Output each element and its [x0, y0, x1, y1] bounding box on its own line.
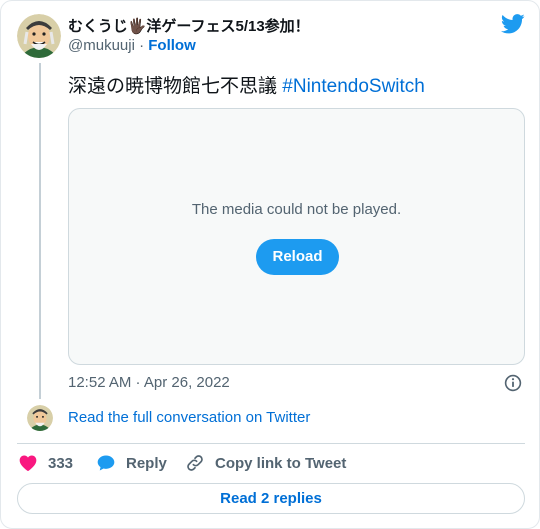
like-count: 333	[48, 454, 74, 472]
hashtag-link[interactable]: #NintendoSwitch	[282, 76, 425, 97]
link-icon	[187, 455, 203, 471]
media-container: The media could not be played. Reload	[68, 108, 525, 365]
reply-label: Reply	[126, 454, 167, 472]
info-icon[interactable]	[504, 374, 522, 392]
divider	[17, 443, 525, 444]
tweet-text: 深遠の暁博物館七不思議 #NintendoSwitch	[68, 71, 425, 98]
media-error-message: The media could not be played.	[191, 201, 402, 218]
tweet-embed-card: むくうじ🖐🏿洋ゲーフェス5/13参加！ @mukuuji · Follow 深遠…	[0, 0, 540, 529]
author-handle[interactable]: @mukuuji	[68, 37, 135, 54]
read-replies-button[interactable]: Read 2 replies	[17, 483, 525, 514]
author-display-name[interactable]: むくうじ🖐🏿洋ゲーフェス5/13参加！	[68, 15, 310, 36]
follow-link[interactable]: Follow	[148, 37, 196, 54]
author-avatar[interactable]	[17, 14, 61, 58]
tweet-timestamp[interactable]: 12:52 AM · Apr 26, 2022	[68, 374, 230, 391]
like-button[interactable]: 333	[18, 453, 73, 473]
conversation-avatar	[27, 405, 53, 431]
read-full-conversation-link[interactable]: Read the full conversation on Twitter	[68, 409, 310, 426]
speech-bubble-icon	[97, 455, 115, 471]
twitter-bird-icon[interactable]	[501, 13, 525, 35]
tweet-body: 深遠の暁博物館七不思議	[68, 76, 283, 97]
thread-line	[39, 63, 41, 399]
author-handle-row: @mukuuji · Follow	[68, 37, 196, 54]
reply-button[interactable]: Reply	[96, 453, 167, 473]
copy-link-button[interactable]: Copy link to Tweet	[185, 453, 346, 473]
separator-dot: ·	[139, 37, 145, 54]
reload-button[interactable]: Reload	[256, 239, 339, 275]
copy-link-label: Copy link to Tweet	[215, 454, 347, 472]
heart-icon	[19, 455, 37, 471]
